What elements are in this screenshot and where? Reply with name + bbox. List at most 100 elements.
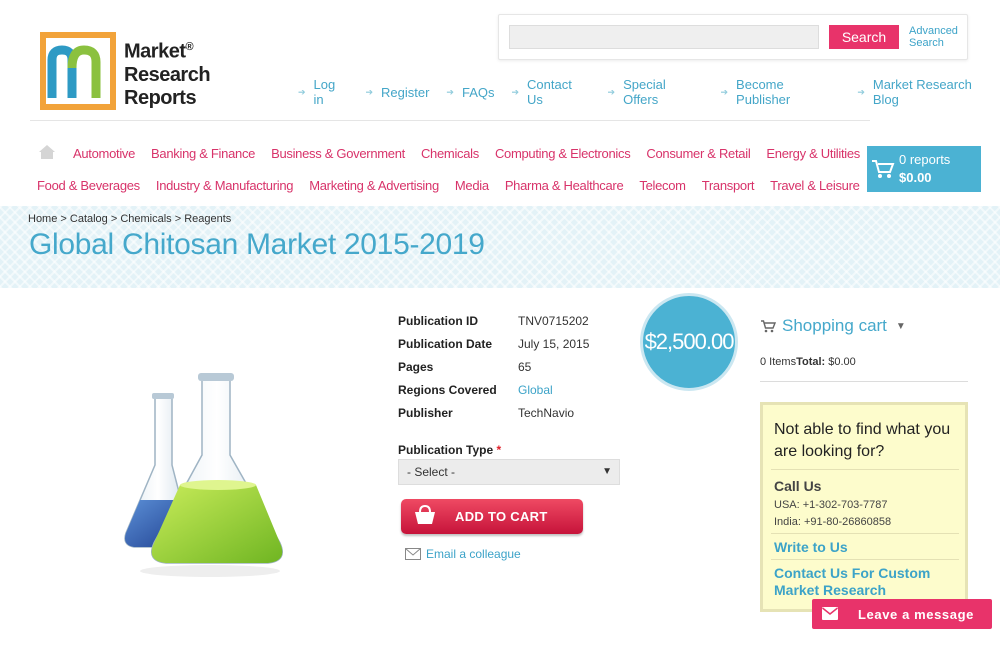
nav-industry-manufacturing[interactable]: Industry & Manufacturing bbox=[156, 178, 294, 193]
faqs-link[interactable]: ➔ FAQs bbox=[446, 77, 494, 107]
cart-total-label: Total: bbox=[796, 356, 826, 368]
cart-items-count: 0 Items bbox=[760, 356, 797, 368]
nav-energy-utilities[interactable]: Energy & Utilities bbox=[766, 146, 860, 161]
arrow-icon: ➔ bbox=[857, 86, 865, 97]
login-link[interactable]: ➔ Log in bbox=[298, 77, 348, 107]
cart-divider bbox=[760, 381, 968, 382]
nav-consumer-retail[interactable]: Consumer & Retail bbox=[646, 146, 750, 161]
page-title: Global Chitosan Market 2015-2019 bbox=[29, 228, 485, 261]
nav-telecom[interactable]: Telecom bbox=[639, 178, 686, 193]
search-button[interactable]: Search bbox=[829, 25, 899, 49]
cart-icon bbox=[761, 320, 776, 333]
nav-media[interactable]: Media bbox=[455, 178, 489, 193]
nav-transport[interactable]: Transport bbox=[702, 178, 755, 193]
register-link[interactable]: ➔ Register bbox=[365, 77, 429, 107]
become-publisher-label: Become Publisher bbox=[736, 77, 791, 107]
publisher-value: TechNavio bbox=[518, 406, 575, 420]
leave-message-button[interactable]: Leave a message bbox=[812, 599, 992, 629]
detail-label: Publication ID bbox=[398, 314, 479, 328]
required-marker: * bbox=[496, 443, 502, 457]
search-input[interactable] bbox=[509, 25, 819, 49]
shopping-cart-heading[interactable]: Shopping cart ▼ bbox=[760, 316, 906, 336]
breadcrumb[interactable]: Home > Catalog > Chemicals > Reagents bbox=[28, 213, 231, 225]
logo-mark bbox=[40, 32, 116, 110]
category-nav-row-1: Automotive Banking & Finance Business & … bbox=[73, 146, 876, 161]
cart-total-value: $0.00 bbox=[828, 356, 856, 368]
shopping-cart-title: Shopping cart bbox=[782, 316, 887, 335]
arrow-icon: ➔ bbox=[511, 86, 520, 97]
publication-type-select[interactable]: - Select - ▼ bbox=[398, 459, 620, 485]
detail-label: Publisher bbox=[398, 406, 453, 420]
logo-line-1: Market bbox=[124, 40, 186, 63]
category-nav-row-2: Food & Beverages Industry & Manufacturin… bbox=[37, 178, 876, 193]
login-label: Log in bbox=[313, 77, 336, 107]
nav-automotive[interactable]: Automotive bbox=[73, 146, 135, 161]
india-phone: India: +91-80-26860858 bbox=[774, 516, 892, 528]
logo-line-2: Research bbox=[124, 63, 211, 86]
search-panel: Search Advanced Search bbox=[498, 14, 968, 60]
basket-icon bbox=[415, 504, 435, 524]
faqs-label: FAQs bbox=[461, 84, 495, 100]
nav-business-government[interactable]: Business & Government bbox=[271, 146, 405, 161]
special-offers-link[interactable]: ➔ Special Offers bbox=[608, 77, 704, 107]
arrow-icon: ➔ bbox=[446, 86, 454, 97]
detail-row: Pages 65 bbox=[398, 360, 589, 383]
advanced-search-link[interactable]: Advanced Search bbox=[909, 25, 969, 49]
custom-research-link[interactable]: Contact Us For Custom Market Research bbox=[774, 565, 964, 599]
email-colleague-label: Email a colleague bbox=[426, 547, 521, 561]
detail-row: Regions Covered Global bbox=[398, 383, 589, 406]
publication-id-value: TNV0715202 bbox=[518, 314, 589, 328]
nav-marketing-advertising[interactable]: Marketing & Advertising bbox=[309, 178, 439, 193]
caret-down-icon: ▼ bbox=[602, 466, 612, 477]
logo-registered: ® bbox=[185, 41, 194, 53]
become-publisher-link[interactable]: ➔ Become Publisher bbox=[721, 77, 841, 107]
flask-image bbox=[124, 373, 283, 577]
nav-chemicals[interactable]: Chemicals bbox=[421, 146, 479, 161]
blog-label: Market Research Blog bbox=[872, 77, 972, 107]
add-to-cart-label: ADD TO CART bbox=[455, 509, 548, 524]
arrow-icon: ➔ bbox=[720, 86, 729, 97]
nav-computing-electronics[interactable]: Computing & Electronics bbox=[495, 146, 631, 161]
region-link[interactable]: Global bbox=[518, 383, 553, 406]
publication-type-label: Publication Type * bbox=[398, 443, 501, 457]
header-cart-widget[interactable]: 0 reports $0.00 bbox=[867, 146, 981, 192]
nav-pharma-healthcare[interactable]: Pharma & Healthcare bbox=[505, 178, 624, 193]
logo-text: Market® Research Reports bbox=[124, 36, 211, 110]
detail-label: Pages bbox=[398, 360, 434, 374]
site-logo[interactable]: Market® Research Reports bbox=[40, 32, 220, 112]
help-divider bbox=[771, 559, 959, 560]
write-to-us-link[interactable]: Write to Us bbox=[774, 539, 964, 556]
contact-us-link[interactable]: ➔ Contact Us bbox=[511, 77, 590, 107]
select-value: - Select - bbox=[407, 465, 456, 479]
special-offers-label: Special Offers bbox=[623, 77, 666, 107]
pages-value: 65 bbox=[518, 360, 532, 374]
price-badge: $2,500.00 bbox=[640, 293, 738, 391]
usa-phone: USA: +1-302-703-7787 bbox=[774, 499, 888, 511]
shopping-cart-summary: 0 ItemsTotal: $0.00 bbox=[760, 356, 856, 368]
logo-line-3: Reports bbox=[124, 86, 197, 109]
register-label: Register bbox=[381, 84, 430, 100]
detail-row: Publisher TechNavio bbox=[398, 406, 589, 429]
help-divider bbox=[771, 469, 959, 470]
add-to-cart-button[interactable]: ADD TO CART bbox=[401, 499, 583, 534]
envelope-icon bbox=[405, 548, 421, 560]
email-colleague-link[interactable]: Email a colleague bbox=[405, 547, 521, 561]
publication-date-value: July 15, 2015 bbox=[518, 337, 590, 351]
detail-row: Publication Date July 15, 2015 bbox=[398, 337, 589, 360]
nav-travel-leisure[interactable]: Travel & Leisure bbox=[770, 178, 860, 193]
nav-banking-finance[interactable]: Banking & Finance bbox=[151, 146, 255, 161]
nav-food-beverages[interactable]: Food & Beverages bbox=[37, 178, 140, 193]
publication-type-text: Publication Type bbox=[398, 443, 494, 457]
chevron-down-icon: ▼ bbox=[895, 320, 906, 332]
page: Market® Research Reports Search Advanced… bbox=[0, 0, 1000, 655]
cart-total: $0.00 bbox=[899, 170, 932, 185]
home-icon[interactable] bbox=[38, 144, 56, 160]
blog-link[interactable]: ➔ Market Research Blog bbox=[857, 77, 1000, 107]
help-box: Not able to find what you are looking fo… bbox=[760, 402, 968, 612]
help-divider bbox=[771, 533, 959, 534]
call-us-heading: Call Us bbox=[774, 478, 822, 494]
help-question: Not able to find what you are looking fo… bbox=[774, 421, 951, 460]
cart-icon bbox=[872, 160, 895, 178]
contact-us-label: Contact Us bbox=[527, 77, 572, 107]
header-divider bbox=[30, 120, 870, 121]
